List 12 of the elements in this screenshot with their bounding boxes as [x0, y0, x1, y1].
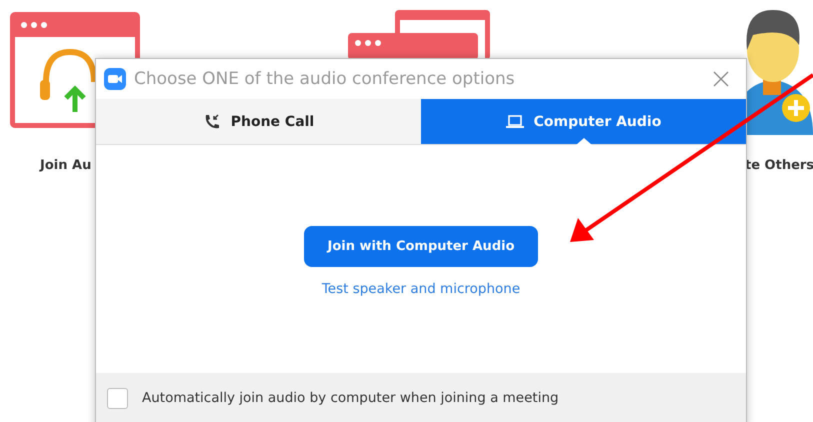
auto-join-label: Automatically join audio by computer when joining a meeting	[142, 390, 559, 406]
dialog-title: Choose ONE of the audio conference options	[134, 69, 516, 89]
join-audio-label: Join Au	[40, 158, 92, 173]
checkbox[interactable]	[107, 388, 128, 408]
laptop-icon	[506, 114, 524, 128]
join-computer-audio-button[interactable]: Join with Computer Audio	[304, 226, 538, 267]
test-speaker-link[interactable]: Test speaker and microphone	[322, 281, 520, 297]
camera-logo-icon	[104, 68, 126, 90]
tab-pointer-icon	[576, 138, 592, 145]
tab[interactable]: Computer Audio	[421, 99, 746, 144]
tab[interactable]: Phone Call	[96, 99, 421, 144]
close-icon[interactable]	[713, 71, 729, 87]
